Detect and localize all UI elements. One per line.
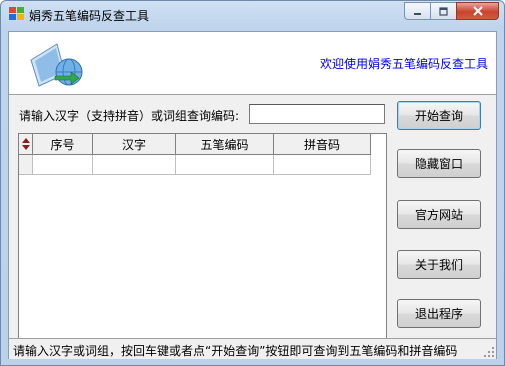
column-header-index[interactable]: 序号 (33, 134, 93, 154)
table-row[interactable] (19, 155, 371, 175)
query-input[interactable] (249, 104, 385, 124)
maximize-button[interactable] (430, 2, 456, 20)
app-window: 娟秀五笔编码反查工具 欢迎使用娟秀五笔编码反查工具 请输入汉字（支持拼音）或词组… (0, 0, 505, 366)
status-text: 请输入汉字或词组，按回车键或者点“开始查询”按钮即可查询到五笔编码和拼音编码 (13, 344, 458, 358)
hide-window-button[interactable]: 隐藏窗口 (397, 149, 481, 178)
app-icon (9, 7, 24, 20)
column-header-hanzi[interactable]: 汉字 (93, 134, 176, 154)
main-panel: 欢迎使用娟秀五笔编码反查工具 请输入汉字（支持拼音）或词组查询编码: 序号 汉字… (8, 31, 497, 359)
welcome-text: 欢迎使用娟秀五笔编码反查工具 (319, 57, 488, 71)
table-header: 序号 汉字 五笔编码 拼音码 (19, 134, 371, 155)
minimize-icon (414, 12, 421, 15)
status-bar: 请输入汉字或词组，按回车键或者点“开始查询”按钮即可查询到五笔编码和拼音编码 (9, 338, 496, 359)
exit-button[interactable]: 退出程序 (397, 299, 481, 328)
cell-hanzi[interactable] (93, 155, 176, 174)
cell-wubi[interactable] (176, 155, 274, 174)
maximize-icon (439, 6, 448, 16)
sort-arrows-icon (21, 138, 30, 150)
query-label: 请输入汉字（支持拼音）或词组查询编码: (19, 109, 240, 123)
about-button[interactable]: 关于我们 (397, 250, 481, 279)
column-header-pinyin[interactable]: 拼音码 (274, 134, 371, 154)
website-button[interactable]: 官方网站 (397, 200, 481, 229)
cell-index[interactable] (33, 155, 93, 174)
close-button[interactable] (456, 2, 499, 20)
resize-grip-icon[interactable] (483, 346, 495, 358)
result-table[interactable]: 序号 汉字 五笔编码 拼音码 (18, 133, 387, 339)
column-header-wubi[interactable]: 五笔编码 (176, 134, 274, 154)
globe-arrow-icon (30, 43, 83, 87)
table-corner[interactable] (19, 134, 33, 154)
search-button[interactable]: 开始查询 (397, 101, 481, 130)
title-bar[interactable]: 娟秀五笔编码反查工具 (1, 1, 504, 27)
cell-pinyin[interactable] (274, 155, 371, 174)
row-indicator (19, 155, 33, 174)
window-title: 娟秀五笔编码反查工具 (29, 9, 150, 23)
header-banner: 欢迎使用娟秀五笔编码反查工具 (9, 32, 496, 95)
close-icon (472, 6, 483, 16)
caption-buttons (404, 2, 499, 21)
minimize-button[interactable] (404, 2, 430, 20)
